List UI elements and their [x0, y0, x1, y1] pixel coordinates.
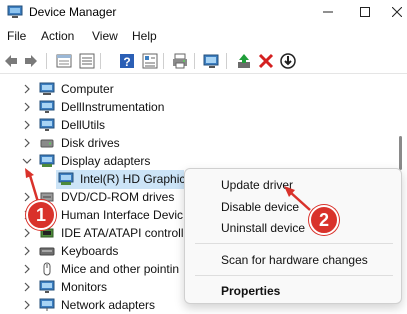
tree-label: Display adapters [61, 154, 151, 168]
minimize-icon [323, 11, 333, 13]
ctx-uninstall-device[interactable]: Uninstall device [221, 221, 305, 235]
menu-help[interactable]: Help [132, 29, 157, 43]
context-menu: Update driver Disable device Uninstall d… [184, 168, 402, 304]
back-icon[interactable] [2, 52, 20, 70]
tree-label: DVD/CD-ROM drives [61, 190, 175, 204]
ctx-separator [195, 243, 393, 244]
print-icon[interactable] [171, 52, 189, 70]
display-adapter-icon [39, 154, 55, 167]
list-view-icon[interactable] [78, 52, 96, 70]
ctx-separator [195, 275, 393, 276]
chevron-right-icon[interactable] [22, 138, 32, 148]
svg-text:?: ? [123, 55, 130, 69]
scan-hardware-icon[interactable] [203, 52, 221, 70]
tree-label: IDE ATA/ATAPI controlle [61, 226, 191, 240]
tree-label: Mice and other pointin [61, 262, 180, 276]
uninstall-device-icon[interactable] [257, 52, 275, 70]
update-driver-icon[interactable] [235, 52, 253, 70]
mouse-icon [43, 262, 51, 276]
tree-label: DellUtils [61, 118, 106, 132]
chevron-right-icon[interactable] [22, 192, 32, 202]
chevron-right-icon[interactable] [22, 246, 32, 256]
menu-file[interactable]: File [7, 29, 26, 43]
help-icon[interactable]: ? [118, 52, 136, 70]
tree-label: Computer [61, 82, 114, 96]
tree-label: DellInstrumentation [61, 100, 165, 114]
chevron-right-icon[interactable] [22, 228, 32, 238]
chevron-right-icon[interactable] [22, 120, 32, 130]
chevron-right-icon[interactable] [22, 282, 32, 292]
forward-icon[interactable] [22, 52, 40, 70]
tree-label: Network adapters [61, 298, 156, 312]
menu-view[interactable]: View [92, 29, 118, 43]
chevron-down-icon[interactable] [22, 156, 32, 166]
menu-action[interactable]: Action [41, 29, 74, 43]
annotation-badge-2: 2 [309, 205, 339, 235]
toolbar-separator [194, 53, 195, 69]
toolbar: ? [0, 48, 407, 74]
display-adapter-icon [58, 172, 74, 185]
ctx-scan-hardware[interactable]: Scan for hardware changes [221, 253, 368, 267]
annotation-badge-1: 1 [26, 200, 56, 230]
toolbar-separator [163, 53, 164, 69]
menu-bar: File Action View Help [0, 26, 407, 46]
chevron-right-icon[interactable] [22, 84, 32, 94]
ctx-update-driver[interactable]: Update driver [221, 178, 293, 192]
tree-label: Keyboards [61, 244, 119, 258]
tree-label: Monitors [61, 280, 108, 294]
monitor-icon [39, 280, 55, 293]
chevron-right-icon[interactable] [22, 264, 32, 274]
tree-label: Intel(R) HD Graphic [80, 172, 186, 186]
toolbar-separator [226, 53, 227, 69]
disk-icon [40, 139, 54, 148]
close-button[interactable] [380, 0, 407, 24]
monitor-icon [39, 100, 55, 113]
minimize-button[interactable] [311, 0, 345, 24]
window-title: Device Manager [29, 5, 117, 19]
title-bar: Device Manager [0, 0, 407, 24]
toolbar-separator [46, 53, 47, 69]
network-icon [39, 298, 55, 311]
ctx-disable-device[interactable]: Disable device [221, 200, 299, 214]
keyboard-icon [39, 247, 55, 256]
toolbar-separator [100, 53, 101, 69]
maximize-icon [360, 7, 370, 17]
monitor-icon [39, 118, 55, 131]
maximize-button[interactable] [348, 0, 382, 24]
tree-label: Human Interface Devic [61, 208, 184, 222]
details-icon[interactable] [141, 52, 159, 70]
chevron-right-icon[interactable] [22, 102, 32, 112]
properties-view-icon[interactable] [55, 52, 73, 70]
scrollbar-thumb[interactable] [399, 136, 402, 170]
device-manager-icon [7, 5, 23, 18]
chevron-right-icon[interactable] [22, 300, 32, 310]
ctx-properties[interactable]: Properties [221, 284, 280, 298]
tree-label: Disk drives [61, 136, 120, 150]
enable-device-icon[interactable] [279, 52, 297, 70]
close-icon [392, 7, 402, 17]
computer-icon [39, 82, 55, 95]
